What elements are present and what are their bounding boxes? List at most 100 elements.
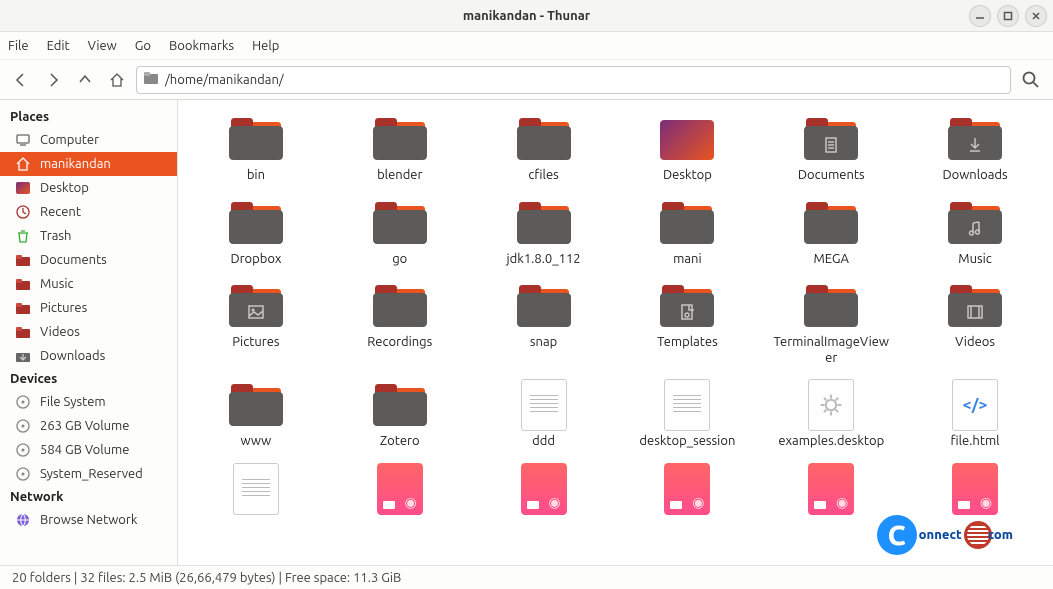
- item-label: bin: [247, 168, 265, 184]
- sidebar-item-manikandan[interactable]: manikandan: [0, 152, 177, 176]
- sidebar-item-downloads[interactable]: Downloads: [0, 344, 177, 368]
- sidebar-item-documents[interactable]: Documents: [0, 248, 177, 272]
- sidebar-item-file-system[interactable]: File System: [0, 390, 177, 414]
- disk-icon: [14, 393, 32, 411]
- deb-icon: ◉: [945, 464, 1005, 514]
- sidebar-item-trash[interactable]: Trash: [0, 224, 177, 248]
- folder-item[interactable]: Downloads: [903, 110, 1047, 188]
- sidebar-item-computer[interactable]: Computer: [0, 128, 177, 152]
- path-folder-icon: [143, 70, 159, 89]
- folder-item[interactable]: snap: [472, 277, 616, 370]
- sidebar-item-desktop[interactable]: Desktop: [0, 176, 177, 200]
- folder-item[interactable]: Templates: [615, 277, 759, 370]
- forward-button[interactable]: [40, 67, 66, 93]
- folder-item[interactable]: Music: [903, 194, 1047, 272]
- status-text: 20 folders | 32 files: 2.5 MiB (26,66,47…: [12, 571, 401, 585]
- folder-icon: [370, 198, 430, 248]
- folder-item[interactable]: mani: [615, 194, 759, 272]
- folder-icon: [226, 114, 286, 164]
- folder-icon: [514, 114, 574, 164]
- minimize-button[interactable]: [969, 5, 991, 27]
- item-label: blender: [377, 168, 422, 184]
- sidebar-item-videos[interactable]: Videos: [0, 320, 177, 344]
- menu-help[interactable]: Help: [252, 39, 279, 53]
- folder-icon: [514, 198, 574, 248]
- file-item[interactable]: ddd: [472, 376, 616, 454]
- folder-item[interactable]: www: [184, 376, 328, 454]
- file-item[interactable]: ◉: [328, 460, 472, 522]
- back-button[interactable]: [8, 67, 34, 93]
- menu-view[interactable]: View: [88, 39, 117, 53]
- item-label: Pictures: [232, 335, 279, 351]
- folder-item[interactable]: Videos: [903, 277, 1047, 370]
- file-view[interactable]: bin blender cfilesDesktopDocuments Download…: [178, 100, 1053, 565]
- folder-item[interactable]: Zotero: [328, 376, 472, 454]
- file-item[interactable]: ◉: [615, 460, 759, 522]
- folder-item[interactable]: bin: [184, 110, 328, 188]
- folder-item[interactable]: MEGA: [759, 194, 903, 272]
- item-label: Downloads: [942, 168, 1007, 184]
- item-label: TerminalImageViewer: [771, 335, 891, 366]
- sidebar-item-584-gb-volume[interactable]: 584 GB Volume: [0, 438, 177, 462]
- computer-icon: [14, 131, 32, 149]
- folder-icon: [370, 281, 430, 331]
- folder-red-icon: [14, 251, 32, 269]
- folder-red-icon: [14, 299, 32, 317]
- sidebar-item-system-reserved[interactable]: System_Reserved: [0, 462, 177, 486]
- sidebar-item-music[interactable]: Music: [0, 272, 177, 296]
- path-text: /home/manikandan/: [165, 73, 284, 87]
- item-label: Zotero: [380, 434, 420, 450]
- file-item[interactable]: </>file.html: [903, 376, 1047, 454]
- menu-go[interactable]: Go: [135, 39, 151, 53]
- file-item[interactable]: ◉: [472, 460, 616, 522]
- item-label: go: [392, 252, 407, 268]
- sidebar-item-label: 263 GB Volume: [40, 419, 129, 433]
- folder-icon: [945, 114, 1005, 164]
- folder-item[interactable]: jdk1.8.0_112: [472, 194, 616, 272]
- recent-icon: [14, 203, 32, 221]
- folder-icon: [801, 281, 861, 331]
- window-controls: [969, 5, 1047, 27]
- item-label: snap: [530, 335, 557, 351]
- folder-item[interactable]: Pictures: [184, 277, 328, 370]
- folder-icon: [226, 380, 286, 430]
- folder-item[interactable]: Desktop: [615, 110, 759, 188]
- up-button[interactable]: [72, 67, 98, 93]
- sidebar-item-browse-network[interactable]: Browse Network: [0, 508, 177, 532]
- home-button[interactable]: [104, 67, 130, 93]
- maximize-button[interactable]: [997, 5, 1019, 27]
- item-label: desktop_session: [639, 434, 735, 450]
- item-label: mani: [673, 252, 701, 268]
- sidebar-item-label: System_Reserved: [40, 467, 143, 481]
- search-button[interactable]: [1017, 66, 1045, 94]
- sidebar-devices-header: Devices: [0, 368, 177, 390]
- file-item[interactable]: desktop_session: [615, 376, 759, 454]
- folder-item[interactable]: Documents: [759, 110, 903, 188]
- folder-icon: [945, 281, 1005, 331]
- folder-item[interactable]: cfiles: [472, 110, 616, 188]
- sidebar-item-263-gb-volume[interactable]: 263 GB Volume: [0, 414, 177, 438]
- file-item[interactable]: ◉: [759, 460, 903, 522]
- folder-icon: [657, 281, 717, 331]
- sidebar-item-pictures[interactable]: Pictures: [0, 296, 177, 320]
- file-item[interactable]: examples.desktop: [759, 376, 903, 454]
- disk-icon: [14, 465, 32, 483]
- file-item[interactable]: [184, 460, 328, 522]
- folder-item[interactable]: blender: [328, 110, 472, 188]
- menu-edit[interactable]: Edit: [47, 39, 70, 53]
- menu-bookmarks[interactable]: Bookmarks: [169, 39, 234, 53]
- desktop-icon: [657, 114, 717, 164]
- folder-item[interactable]: Dropbox: [184, 194, 328, 272]
- folder-item[interactable]: TerminalImageViewer: [759, 277, 903, 370]
- file-item[interactable]: ◉: [903, 460, 1047, 522]
- sidebar-item-label: Downloads: [40, 349, 105, 363]
- close-button[interactable]: [1025, 5, 1047, 27]
- folder-icon: [945, 198, 1005, 248]
- folder-icon: [514, 281, 574, 331]
- folder-item[interactable]: go: [328, 194, 472, 272]
- menu-file[interactable]: File: [8, 39, 29, 53]
- folder-item[interactable]: Recordings: [328, 277, 472, 370]
- path-entry[interactable]: /home/manikandan/: [136, 66, 1011, 94]
- downloads-icon: [14, 347, 32, 365]
- sidebar-item-recent[interactable]: Recent: [0, 200, 177, 224]
